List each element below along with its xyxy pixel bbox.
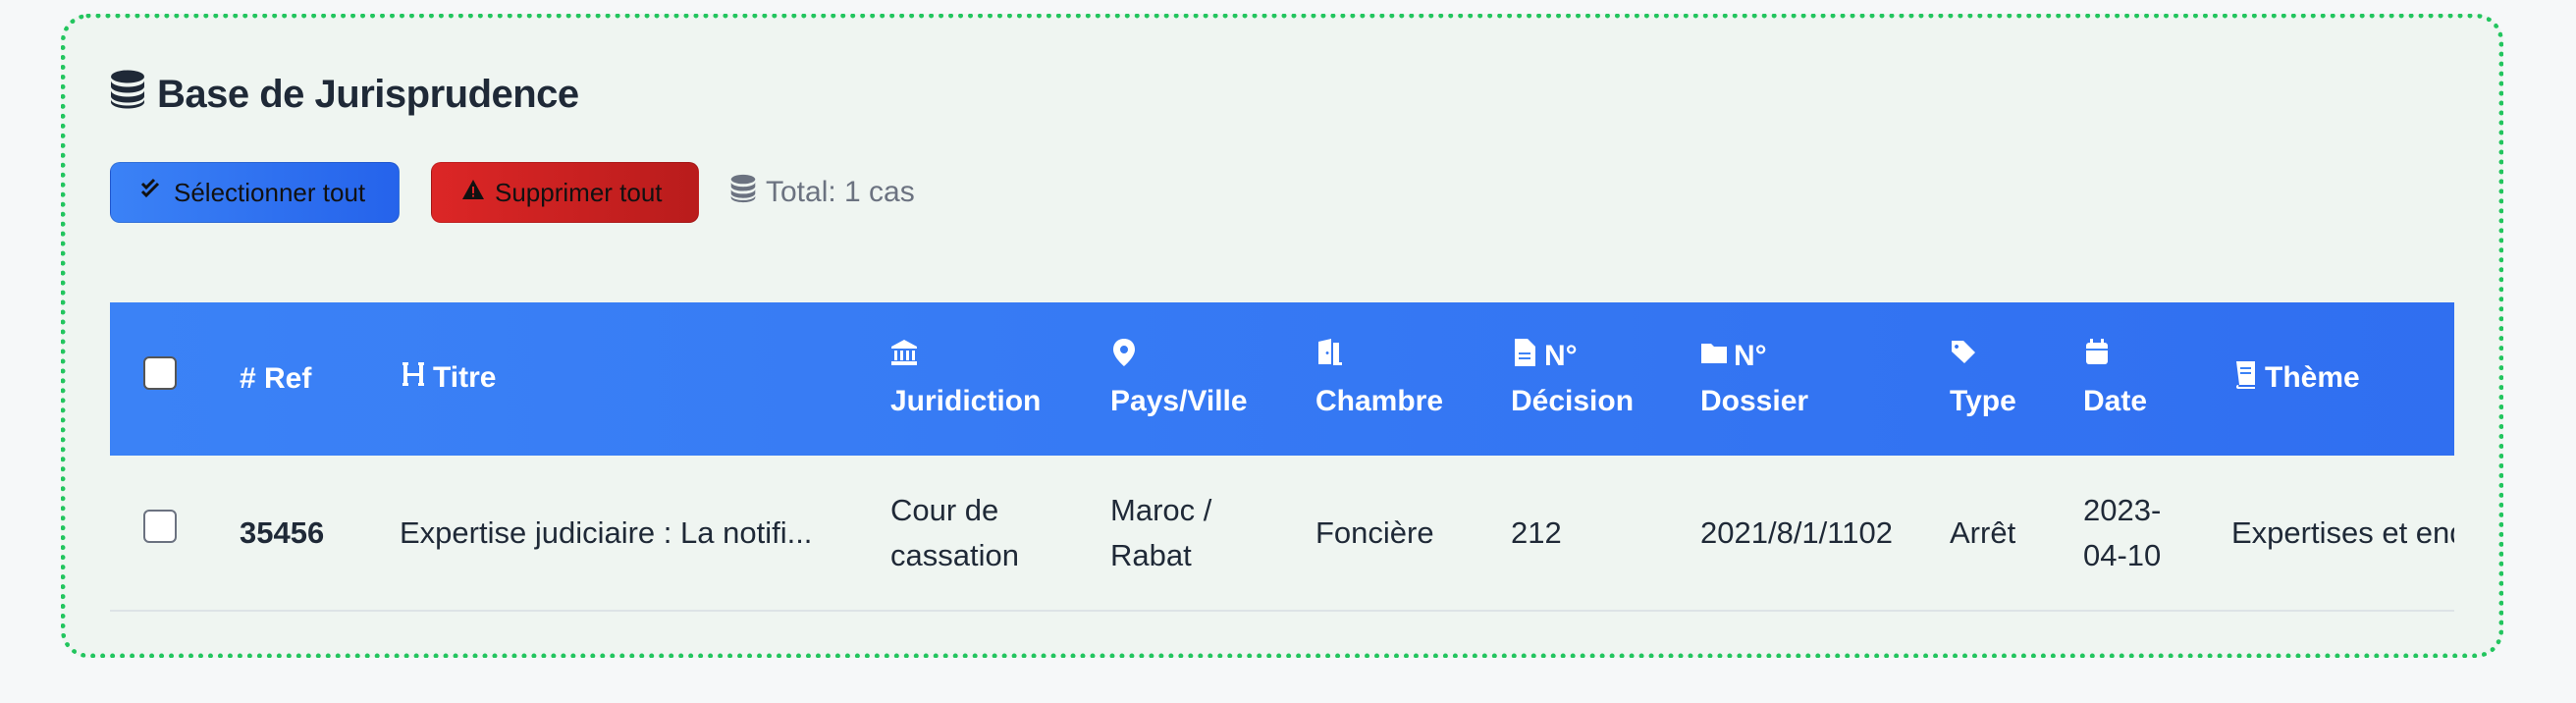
page-title: Base de Jurisprudence (110, 70, 579, 119)
row-checkbox[interactable] (143, 510, 177, 543)
total-label: Total: 1 cas (766, 176, 915, 208)
column-header-pays-ville[interactable]: Pays/Ville (1110, 302, 1315, 456)
column-header-titre[interactable]: Titre (400, 302, 890, 456)
check-double-icon (140, 178, 164, 208)
database-small-icon (730, 174, 756, 211)
cell-dossier: 2021/8/1/1102 (1700, 514, 1893, 550)
total-count: Total: 1 cas (730, 174, 915, 211)
delete-all-label: Supprimer tout (495, 177, 663, 207)
table-row[interactable]: 35456 Expertise judiciaire : La notifi..… (110, 456, 2454, 611)
warning-icon (461, 178, 485, 208)
tag-icon (1950, 337, 1977, 380)
select-all-button[interactable]: Sélectionner tout (110, 162, 400, 223)
jurisprudence-panel: Base de Jurisprudence Sélectionner tout … (61, 14, 2503, 658)
column-header-ref[interactable]: # Ref (240, 302, 400, 456)
cell-chambre: Foncière (1315, 514, 1434, 550)
column-header-decision[interactable]: N° Décision (1511, 302, 1700, 456)
cell-ref: 35456 (240, 514, 325, 550)
cell-decision: 212 (1511, 514, 1562, 550)
toolbar: Sélectionner tout Supprimer tout Total: … (110, 162, 915, 223)
column-header-juridiction[interactable]: Juridiction (890, 302, 1110, 456)
select-all-label: Sélectionner tout (174, 177, 366, 207)
door-icon (1315, 337, 1343, 380)
cell-pays-ville: Maroc / Rabat (1110, 492, 1212, 572)
book-icon (2231, 358, 2259, 402)
column-header-date[interactable]: Date (2083, 302, 2231, 456)
cell-theme: Expertises et enquêtes (2231, 514, 2454, 550)
institution-icon (890, 337, 918, 380)
delete-all-button[interactable]: Supprimer tout (431, 162, 699, 223)
cell-date: 2023- 04-10 (2083, 492, 2162, 572)
cell-type: Arrêt (1950, 514, 2016, 550)
select-all-checkbox[interactable] (143, 355, 177, 390)
file-icon (1511, 337, 1538, 380)
column-header-type[interactable]: Type (1950, 302, 2083, 456)
page-title-text: Base de Jurisprudence (157, 72, 579, 116)
location-pin-icon (1110, 337, 1138, 380)
folder-icon (1700, 337, 1728, 380)
cases-table-wrapper[interactable]: # Ref Titre Juridiction Pays/Ville Chamb… (110, 302, 2454, 612)
cell-titre[interactable]: Expertise judiciaire : La notifi... (400, 456, 890, 611)
cases-table: # Ref Titre Juridiction Pays/Ville Chamb… (110, 302, 2454, 612)
column-header-theme[interactable]: Thème (2231, 302, 2454, 456)
column-header-dossier[interactable]: N° Dossier (1700, 302, 1950, 456)
header-select-cell (110, 302, 240, 456)
column-header-chambre[interactable]: Chambre (1315, 302, 1511, 456)
heading-icon (400, 358, 427, 402)
row-select-cell (110, 456, 240, 611)
cell-juridiction: Cour de cassation (890, 492, 1019, 572)
calendar-icon (2083, 337, 2111, 380)
table-header-row: # Ref Titre Juridiction Pays/Ville Chamb… (110, 302, 2454, 456)
database-icon (110, 70, 145, 119)
